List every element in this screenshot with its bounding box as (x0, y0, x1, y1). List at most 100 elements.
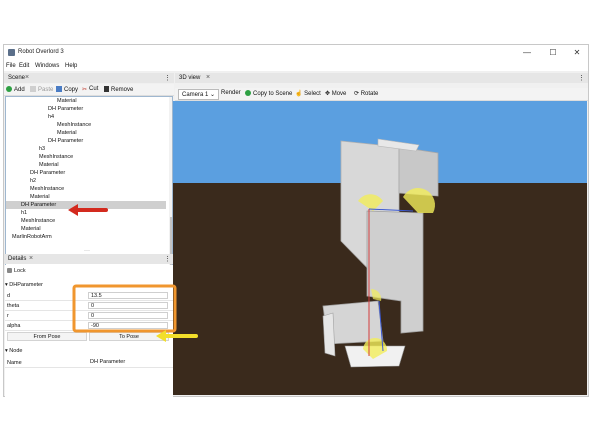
tree-item-label: h2 (30, 178, 37, 184)
cut-button[interactable]: ✂ Cut (82, 86, 99, 93)
lock-label: Lock (14, 268, 26, 274)
3d-viewport[interactable] (173, 101, 587, 395)
select-label: Select (304, 91, 321, 97)
field-label: r (7, 313, 9, 319)
dh-section-header[interactable]: ▾ DHParameter (5, 282, 173, 290)
cut-label: Cut (89, 86, 99, 92)
tree-item[interactable]: Material (6, 97, 166, 105)
from-pose-button[interactable]: From Pose (7, 332, 87, 341)
copy-label: Copy (64, 87, 79, 93)
node-name-input[interactable]: DH Parameter (88, 359, 168, 366)
tree-item-label: Material (39, 162, 59, 168)
tree-item[interactable]: h2 (6, 177, 166, 185)
tab-3d-view[interactable]: 3D view (179, 75, 200, 81)
tree-item-label: Material (57, 130, 77, 136)
node-section-header[interactable]: ▾ Node (5, 348, 173, 356)
tree-item[interactable]: Material (6, 225, 166, 233)
close-tab-icon[interactable]: × (29, 255, 33, 262)
view3d-panel-header: 3D view × ⋮ (175, 73, 588, 83)
menu-file[interactable]: File (6, 63, 16, 69)
field-r-input[interactable]: 0 (88, 312, 168, 319)
robot-base-side (322, 312, 336, 357)
add-label: Add (14, 87, 25, 93)
to-pose-button[interactable]: To Pose (89, 332, 169, 341)
tree-item-label: MeshInstance (30, 186, 65, 192)
robot-model (322, 138, 439, 368)
tree-item[interactable]: Material (6, 161, 166, 169)
tree-item[interactable]: Material (6, 193, 166, 201)
tree-item-label: DH Parameter (21, 202, 57, 208)
close-tab-icon[interactable]: × (25, 74, 29, 81)
tab-scene[interactable]: Scene (8, 75, 25, 81)
lock-toggle[interactable]: Lock (7, 268, 26, 274)
camera-select[interactable]: Camera 1 ⌄ (178, 89, 220, 100)
tree-item[interactable]: Material (6, 129, 166, 137)
minimize-button[interactable]: — (518, 47, 536, 59)
add-button[interactable]: Add (6, 86, 25, 93)
maximize-button[interactable]: ☐ (544, 47, 562, 59)
field-name: Name DH Parameter (5, 358, 173, 368)
panel-menu-icon[interactable]: ⋮ (164, 255, 171, 263)
tree-item[interactable]: MeshInstance (6, 153, 166, 161)
field-theta-input[interactable]: 0 (88, 302, 168, 309)
tree-item[interactable]: h3 (6, 145, 166, 153)
tree-item-label: Material (21, 226, 41, 232)
menu-windows[interactable]: Windows (35, 63, 59, 69)
menu-edit[interactable]: Edit (19, 63, 29, 69)
field-label: d (7, 293, 11, 299)
node-section-label: Node (9, 348, 23, 354)
paste-button[interactable]: Paste (30, 86, 53, 93)
move-label: Move (331, 91, 347, 97)
select-tool-button[interactable]: ☝ Select (295, 90, 321, 97)
title-bar: Robot Overlord 3 — ☐ ✕ (4, 45, 588, 61)
tree-item[interactable]: DH Parameter (6, 201, 166, 209)
tree-item[interactable]: MeshInstance (6, 121, 166, 129)
chevron-down-icon: ⌄ (210, 92, 216, 98)
menu-help[interactable]: Help (65, 63, 77, 69)
tree-item[interactable]: MeshInstance (6, 217, 166, 225)
close-tab-icon[interactable]: × (206, 74, 210, 81)
tree-item[interactable]: MarlinRobotArm (6, 233, 166, 241)
lock-icon (7, 268, 12, 273)
tree-item-label: MeshInstance (39, 154, 74, 160)
tree-item-label: MeshInstance (21, 218, 56, 224)
tree-item-label: Material (57, 98, 77, 104)
tree-item[interactable]: h1 (6, 209, 166, 217)
tree-item[interactable]: DH Parameter (6, 105, 166, 113)
panel-menu-icon[interactable]: ⋮ (164, 74, 171, 82)
camera-select-value: Camera 1 (182, 92, 209, 98)
render-button[interactable]: Render (221, 90, 241, 96)
rotate-label: Rotate (360, 91, 379, 97)
tree-item[interactable]: DH Parameter (6, 137, 166, 145)
rotate-tool-button[interactable]: ⟳ Rotate (354, 90, 378, 97)
remove-button[interactable]: Remove (104, 86, 133, 93)
remove-label: Remove (111, 87, 134, 93)
rotate-icon: ⟳ (354, 91, 360, 97)
field-alpha-input[interactable]: -90 (88, 322, 168, 329)
tab-details[interactable]: Details (8, 256, 26, 262)
app-icon (8, 49, 15, 56)
close-button[interactable]: ✕ (568, 47, 586, 59)
add-icon (245, 90, 251, 96)
field-alpha: alpha -90 (5, 321, 173, 331)
tree-item[interactable]: h4 (6, 113, 166, 121)
field-label: alpha (7, 323, 21, 329)
tree-item-label: MeshInstance (57, 122, 92, 128)
view3d-toolbar: Camera 1 ⌄ Render Copy to Scene ☝ Select… (175, 88, 588, 101)
field-label: Name (7, 360, 22, 366)
field-d-input[interactable]: 13.5 (88, 292, 168, 299)
panel-menu-icon[interactable]: ⋮ (578, 74, 585, 82)
tree-item[interactable]: DH Parameter (6, 169, 166, 177)
tree-item-label: DH Parameter (48, 138, 84, 144)
move-tool-button[interactable]: ✥ Move (325, 90, 346, 97)
copy-to-scene-label: Copy to Scene (253, 91, 293, 97)
copy-button[interactable]: Copy (56, 86, 78, 93)
copy-to-scene-button[interactable]: Copy to Scene (245, 90, 292, 97)
details-content: Lock ▾ DHParameter d 13.5 theta 0 r0 alpha… (5, 265, 173, 403)
tree-item[interactable]: MeshInstance (6, 185, 166, 193)
field-r: r0 (5, 311, 173, 321)
tree-item-label: h1 (21, 210, 28, 216)
tree-item-label: h4 (48, 114, 55, 120)
paste-icon (30, 86, 36, 92)
pointer-icon: ☝ (295, 91, 303, 97)
